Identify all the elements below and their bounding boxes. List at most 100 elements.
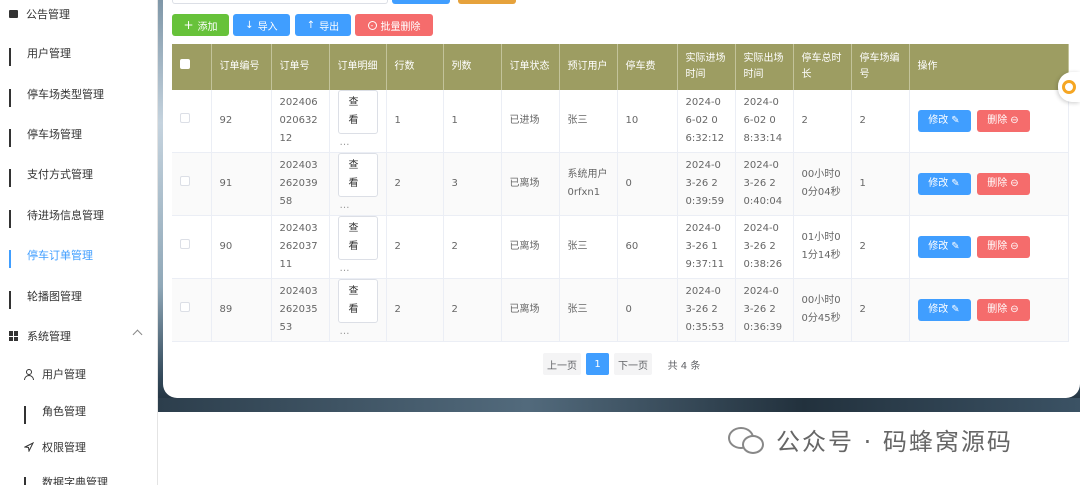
- view-button[interactable]: 查看: [337, 153, 378, 197]
- cell-enter-time: 2024-03-26 20:35:53: [677, 278, 736, 342]
- plus-icon: +: [183, 18, 194, 32]
- add-button[interactable]: + 添加: [172, 14, 229, 36]
- reset-button-edge[interactable]: [458, 0, 516, 4]
- header-actions: 操作: [909, 44, 1069, 90]
- table-row: 90 20240326203711 查看… 2 2 已离场 张三 60 2024-03-26 1…: [172, 215, 1069, 279]
- watermark: 公众号 · 码蜂窝源码: [728, 422, 1013, 457]
- minus-circle-icon: ⊖: [1010, 241, 1019, 252]
- view-button[interactable]: 查看: [337, 216, 378, 260]
- sidebar-item-users[interactable]: 用户管理: [0, 39, 157, 67]
- sidebar-item-lots[interactable]: 停车场管理: [0, 120, 157, 148]
- sidebar-subitem-dictionary[interactable]: 数据字典管理: [0, 468, 157, 485]
- edit-button[interactable]: 修改 ✎: [917, 110, 971, 132]
- view-button[interactable]: 查看: [337, 279, 378, 323]
- next-page-button[interactable]: 下一页: [614, 353, 652, 375]
- cell-order-no: 20240602063212: [271, 90, 330, 153]
- orders-table: 订单编号 订单号 订单明细 行数 列数 订单状态 预订用户 停车费 实际进场时间…: [172, 44, 1069, 342]
- import-button[interactable]: ↓ 导入: [233, 14, 290, 36]
- cell-exit-time: 2024-03-26 20:40:04: [735, 152, 794, 216]
- row-checkbox[interactable]: [180, 302, 190, 312]
- cell-user: 张三: [559, 90, 618, 153]
- cell-enter-time: 2024-03-26 19:37:11: [677, 215, 736, 279]
- export-button[interactable]: ↑ 导出: [295, 14, 351, 36]
- row-checkbox-cell[interactable]: [172, 90, 212, 153]
- sidebar-subitem-roles[interactable]: 角色管理: [0, 397, 157, 425]
- grid-icon: [9, 89, 19, 107]
- floating-help-icon[interactable]: [1058, 72, 1080, 102]
- cell-order-no: 20240326203553: [271, 278, 330, 342]
- cell-lot-no: 2: [851, 215, 910, 279]
- sidebar-item-system[interactable]: 系统管理: [0, 322, 157, 350]
- minus-circle-icon: -: [367, 20, 377, 30]
- delete-button[interactable]: 删除 ⊖: [976, 173, 1030, 195]
- send-icon: [23, 441, 35, 453]
- page-number-1[interactable]: 1: [586, 353, 609, 375]
- edit-button[interactable]: 修改 ✎: [917, 299, 971, 321]
- select-all-cell[interactable]: [172, 44, 212, 90]
- sidebar-subitem-users[interactable]: 用户管理: [0, 360, 157, 388]
- view-button[interactable]: 查看: [337, 90, 378, 134]
- sidebar-item-label: 停车场类型管理: [27, 88, 104, 101]
- user-icon: [24, 369, 34, 380]
- prev-page-button[interactable]: 上一页: [543, 353, 581, 375]
- header-lot-no: 停车场编号: [851, 44, 910, 90]
- cell-duration: 2: [793, 90, 852, 153]
- background-strip: [158, 398, 1080, 412]
- search-button-edge[interactable]: [392, 0, 450, 4]
- sidebar-item-label: 角色管理: [42, 405, 86, 418]
- cell-cols: 1: [443, 90, 502, 153]
- delete-button[interactable]: 删除 ⊖: [976, 110, 1030, 132]
- header-order-no: 订单号: [271, 44, 330, 90]
- sidebar-item-pending-entry[interactable]: 待进场信息管理: [0, 201, 157, 229]
- cell-lot-no: 2: [851, 278, 910, 342]
- sidebar-item-label: 轮播图管理: [27, 290, 82, 303]
- row-checkbox[interactable]: [180, 176, 190, 186]
- delete-button[interactable]: 删除 ⊖: [976, 236, 1030, 258]
- row-checkbox-cell[interactable]: [172, 152, 212, 216]
- cell-order-detail: 查看 …: [329, 215, 387, 279]
- cell-user: 系统用户0rfxn1: [559, 152, 618, 216]
- more-icon: …: [339, 263, 350, 274]
- sidebar-item-announcements[interactable]: 公告管理: [0, 0, 157, 28]
- cell-order-id: 92: [211, 90, 272, 153]
- sidebar-item-label: 用户管理: [42, 368, 86, 381]
- message-icon: [9, 10, 18, 18]
- header-order-detail: 订单明细: [329, 44, 387, 90]
- cell-actions: 修改 ✎ 删除 ⊖: [909, 152, 1069, 216]
- minus-circle-icon: ⊖: [1010, 178, 1019, 189]
- sidebar-item-label: 停车场管理: [27, 128, 82, 141]
- header-user: 预订用户: [559, 44, 618, 90]
- arrow-down-icon: ↓: [245, 19, 254, 31]
- cell-rows: 2: [386, 152, 444, 216]
- sidebar-item-label: 权限管理: [42, 441, 86, 454]
- cell-exit-time: 2024-03-26 20:38:26: [735, 215, 794, 279]
- search-input-edge[interactable]: [172, 0, 388, 4]
- more-icon: …: [339, 326, 350, 337]
- sidebar-item-payment[interactable]: 支付方式管理: [0, 160, 157, 188]
- header-status: 订单状态: [501, 44, 560, 90]
- batch-delete-button[interactable]: - 批量删除: [355, 14, 433, 36]
- sidebar-subitem-permissions[interactable]: 权限管理: [0, 433, 157, 461]
- table-header-row: 订单编号 订单号 订单明细 行数 列数 订单状态 预订用户 停车费 实际进场时间…: [172, 44, 1069, 90]
- arrow-up-icon: ↑: [306, 19, 316, 31]
- cell-user: 张三: [559, 278, 618, 342]
- more-icon: …: [339, 200, 350, 211]
- cell-status: 已离场: [501, 215, 560, 279]
- cell-cols: 2: [443, 278, 502, 342]
- row-checkbox-cell[interactable]: [172, 215, 212, 279]
- edit-button[interactable]: 修改 ✎: [917, 173, 971, 195]
- sidebar: 公告管理 用户管理 停车场类型管理 停车场管理 支付方式管理 待进场信息管理 停…: [0, 0, 158, 485]
- sidebar-item-lot-types[interactable]: 停车场类型管理: [0, 80, 157, 108]
- delete-button[interactable]: 删除 ⊖: [976, 299, 1030, 321]
- row-checkbox[interactable]: [180, 113, 190, 123]
- select-all-checkbox[interactable]: [180, 59, 190, 69]
- row-checkbox[interactable]: [180, 239, 190, 249]
- sidebar-item-carousel[interactable]: 轮播图管理: [0, 282, 157, 310]
- row-checkbox-cell[interactable]: [172, 278, 212, 342]
- cell-rows: 2: [386, 278, 444, 342]
- edit-icon: ✎: [951, 115, 960, 126]
- watermark-text: 公众号 · 码蜂窝源码: [776, 428, 1013, 456]
- edit-button[interactable]: 修改 ✎: [917, 236, 971, 258]
- more-icon: …: [339, 137, 350, 148]
- sidebar-item-orders[interactable]: 停车订单管理: [0, 241, 157, 269]
